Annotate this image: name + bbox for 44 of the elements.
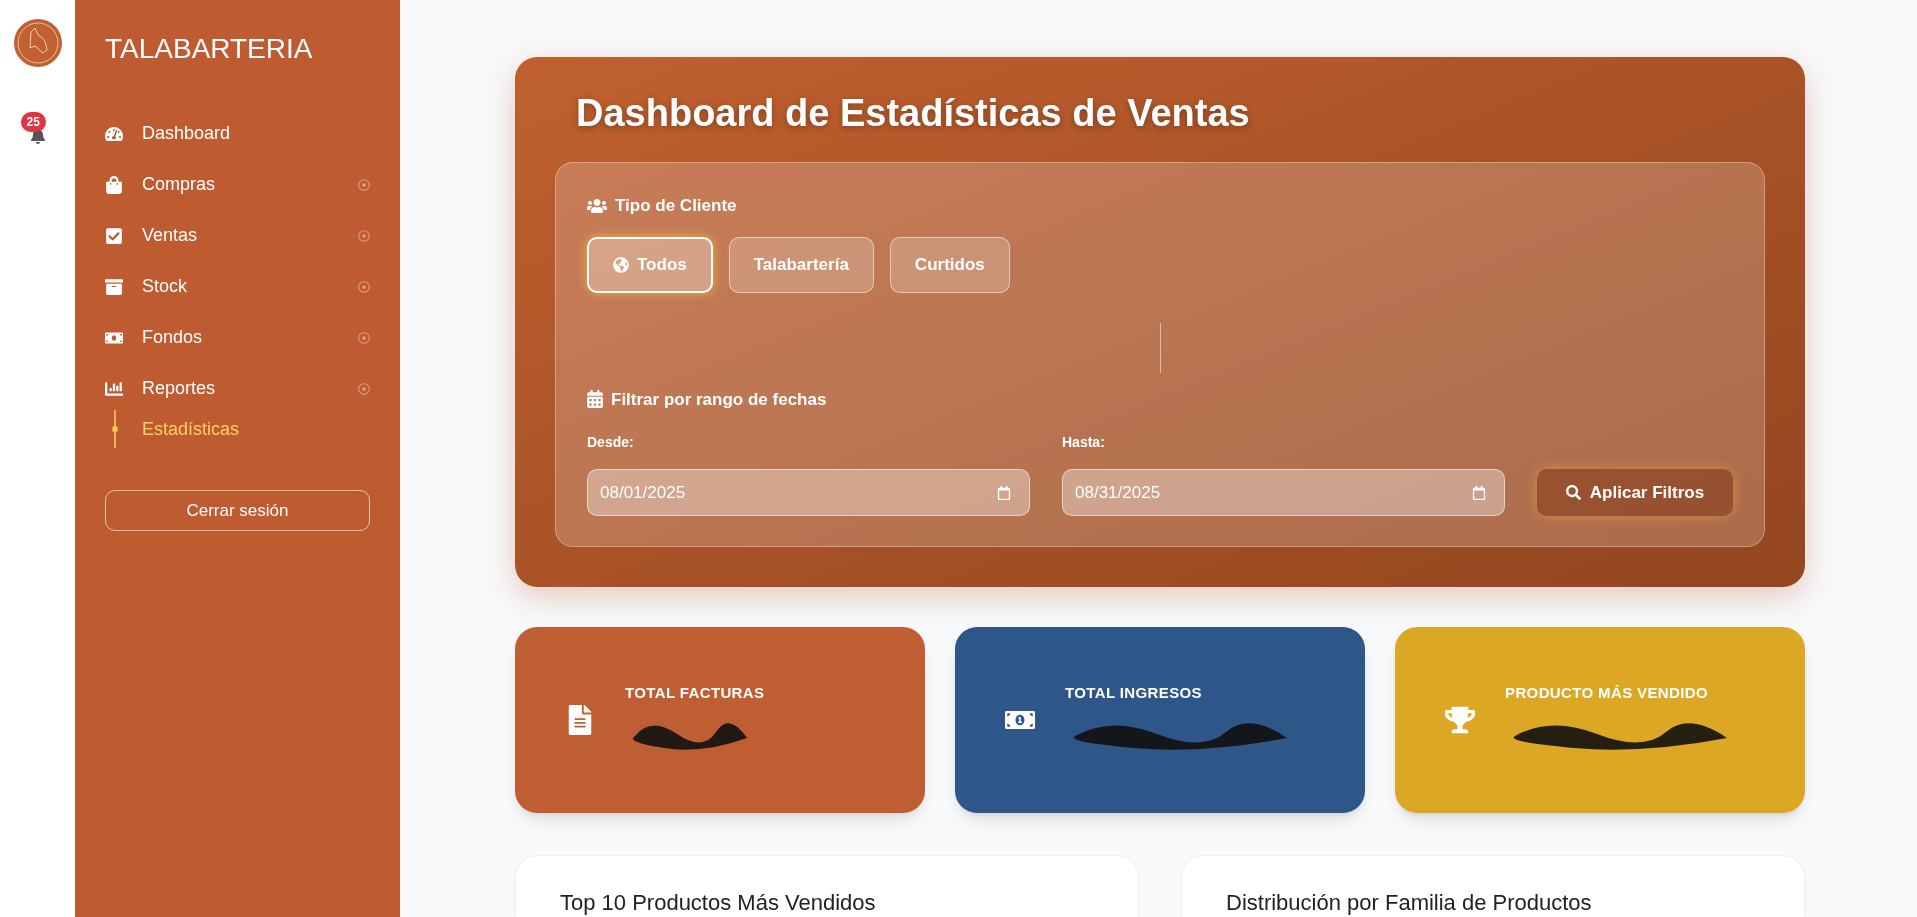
tree-line-icon [112,410,118,448]
date-filter-label: Filtrar por rango de fechas [611,388,827,411]
client-type-button[interactable]: Todos [587,236,713,293]
sidebar-title: TALABARTERIA [105,32,314,66]
client-type-button[interactable]: Talabartería [728,236,874,293]
nav-icon [105,379,123,398]
sidebar-item[interactable]: Ventas [105,210,370,261]
apply-filters-button[interactable]: Aplicar Filtros [1537,469,1733,516]
expand-icon [358,229,370,242]
page-title: Dashboard de Estadísticas de Ventas [575,91,1251,136]
chart-title: Distribución por Familia de Productos [1226,890,1592,915]
sidebar-item[interactable]: Fondos [105,312,370,363]
logout-button[interactable]: Cerrar sesión [105,490,370,531]
notification-badge: 25 [20,112,46,132]
date-label: Hasta: [1062,433,1106,452]
nav-icon [105,226,123,245]
calendar-icon [587,390,603,409]
client-type-label: Tipo de Cliente [615,195,737,217]
stat-icon [1445,705,1475,735]
expand-icon [358,382,370,395]
sidebar-item[interactable]: Stock [105,261,370,312]
horse-logo[interactable] [12,18,63,68]
calendar-picker-icon[interactable] [1472,485,1486,500]
stat-label: TOTAL FACTURAS [625,682,765,703]
calendar-picker-icon[interactable] [997,485,1011,500]
chart-title: Top 10 Productos Más Vendidos [560,890,876,915]
sidebar-item[interactable]: Compras [105,159,370,210]
stat-label: PRODUCTO MÁS VENDIDO [1505,682,1709,703]
client-type-button[interactable]: Curtidos [889,236,1010,293]
expand-icon [358,178,370,191]
search-icon [1565,485,1581,500]
users-icon [587,197,607,214]
stat-label: TOTAL INGRESOS [1065,682,1202,703]
expand-icon [358,280,370,293]
nav-icon [105,175,123,194]
globe-icon [613,256,629,273]
sidebar-subitem[interactable]: Estadísticas [142,415,240,443]
nav-icon [105,277,123,296]
date-field[interactable]: 08/31/2025 [1062,469,1505,516]
date-label: Desde: [587,433,635,452]
sidebar-item[interactable]: Reportes [105,363,370,414]
expand-icon [358,331,370,344]
nav-icon [105,124,123,143]
sidebar-item[interactable]: Dashboard [105,108,370,159]
